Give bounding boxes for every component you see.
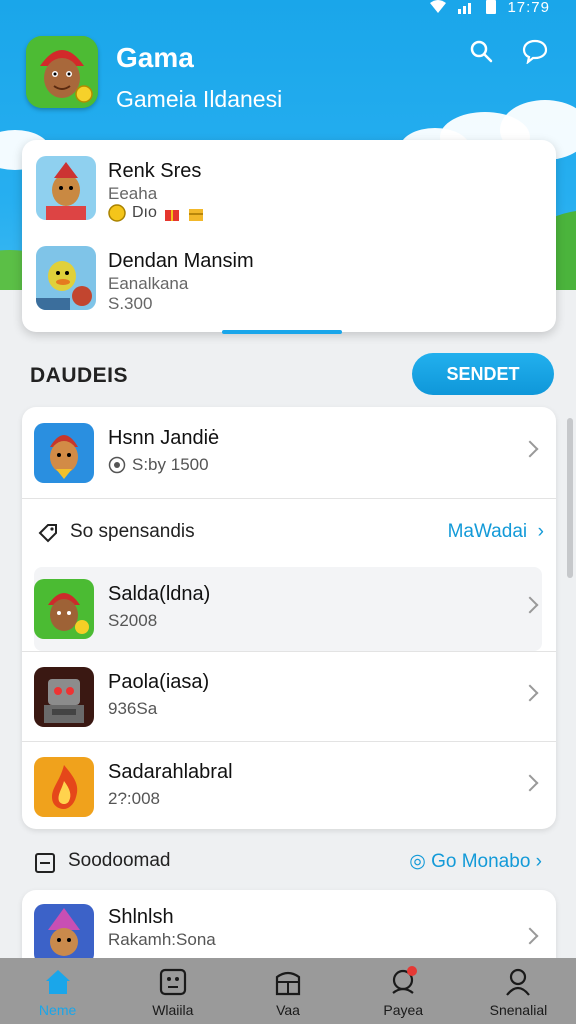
- search-button[interactable]: [466, 36, 496, 66]
- list-item[interactable]: Salda(ldna) S2008: [22, 565, 556, 653]
- tag-icon: [38, 524, 57, 543]
- featured-item-price: S.300: [108, 294, 153, 313]
- divider: [22, 741, 556, 742]
- item-name: Salda(ldna): [108, 583, 211, 605]
- badge-text: Dıo: [132, 204, 157, 221]
- lower-section-title: Soodoomad: [68, 850, 171, 871]
- featured-item[interactable]: Dendan Mansim Eanalkana S.300: [36, 246, 536, 316]
- search-icon: [470, 40, 493, 63]
- app-title: Gama: [116, 42, 194, 73]
- nav-label: Vaa: [276, 1002, 300, 1018]
- nav-label: Neme: [38, 1002, 77, 1018]
- chevron-right-icon: [521, 774, 539, 792]
- featured-item-name: Dendan Mansim: [108, 250, 254, 272]
- featured-item-name: Renk Sres: [108, 160, 202, 182]
- chef-character-icon: [34, 423, 94, 483]
- status-time: 17:79: [507, 0, 550, 16]
- list-item[interactable]: Paola(iasa) 936Sa: [22, 653, 556, 741]
- item-name: Shlnlsh: [108, 906, 174, 928]
- nav-fourth[interactable]: Payea: [346, 958, 461, 1024]
- featured-item-subtitle: Eeaha: [108, 184, 158, 203]
- refresh-icon: ◎: [409, 851, 432, 872]
- nav-label: Snenalial: [489, 1002, 548, 1018]
- section-title: DAUDEIS: [30, 364, 129, 387]
- nav-third[interactable]: Vaa: [230, 958, 345, 1024]
- item-subtitle: S:by 1500: [132, 455, 209, 474]
- featured-item[interactable]: Renk Sres Eeaha Dıo: [36, 156, 536, 226]
- robot-icon: [34, 667, 94, 727]
- fire-icon: [34, 757, 94, 817]
- nav-fifth[interactable]: Snenalial: [461, 958, 576, 1024]
- chevron-right-icon: ›: [532, 521, 544, 542]
- status-bar: 17:79: [429, 0, 550, 16]
- divider: [22, 498, 556, 499]
- calendar-icon: [35, 853, 55, 873]
- item-thumbnail: [34, 757, 94, 817]
- store-icon: [272, 966, 304, 998]
- item-subtitle: 2?:008: [108, 789, 160, 808]
- item-name: Paola(iasa): [108, 671, 210, 693]
- notification-dot: [406, 966, 417, 976]
- item-subtitle: Rakamh:Sona: [108, 930, 216, 949]
- subsection-header: So spensandis MaWadai ›: [34, 513, 544, 553]
- chef-character-icon: [26, 36, 98, 108]
- wifi-icon: [430, 0, 447, 13]
- featured-item-badges: Dıo: [108, 204, 205, 222]
- item-thumbnail: [34, 579, 94, 639]
- item-subtitle-wrap: S:by 1500: [108, 455, 209, 475]
- item-thumbnail: [34, 667, 94, 727]
- chef-character-icon: [36, 156, 96, 220]
- gift-icon: [164, 210, 179, 221]
- coin-icon: [108, 204, 126, 222]
- face-icon: [157, 966, 189, 998]
- item-name: Sadarahlabral: [108, 761, 233, 783]
- featured-thumbnail: [36, 246, 96, 310]
- carousel-indicator[interactable]: [222, 330, 342, 334]
- chevron-right-icon: [521, 684, 539, 702]
- nav-label: Wlaiila: [152, 1002, 194, 1018]
- app-subtitle: Gameia Ildanesi: [116, 86, 283, 112]
- featured-thumbnail: [36, 156, 96, 220]
- chef-character-icon: [34, 579, 94, 639]
- coin-icon: [108, 456, 126, 474]
- chat-button[interactable]: [520, 36, 550, 66]
- bottom-navigation: Neme Wlaiila Vaa Payea Snenalial: [0, 958, 576, 1024]
- nav-home[interactable]: Neme: [0, 958, 115, 1024]
- featured-item-subtitle: Eanalkana: [108, 274, 189, 293]
- profile-icon: [502, 966, 534, 998]
- featured-card: Renk Sres Eeaha Dıo Dendan Mansim Eanalk…: [22, 140, 556, 332]
- list-item[interactable]: Hsnn Jandiė S:by 1500: [22, 409, 556, 497]
- wizard-icon: [34, 904, 94, 964]
- app-logo[interactable]: [26, 36, 98, 108]
- chevron-right-icon: [521, 596, 539, 614]
- lower-link-label: Go Monabo: [431, 851, 531, 872]
- subsection-see-more-link[interactable]: MaWadai ›: [448, 521, 544, 543]
- nav-second[interactable]: Wlaiila: [115, 958, 230, 1024]
- item-name: Hsnn Jandiė: [108, 427, 220, 449]
- chevron-right-icon: ›: [530, 851, 542, 872]
- send-button[interactable]: SENDET: [412, 353, 554, 395]
- home-icon: [42, 966, 74, 998]
- subsection-link-label: MaWadai: [447, 521, 528, 542]
- duck-character-icon: [36, 246, 96, 310]
- nav-label: Payea: [383, 1002, 424, 1018]
- game-list-card: Hsnn Jandiė S:by 1500 So spensandis MaWa…: [22, 407, 556, 829]
- scrollbar[interactable]: [567, 418, 573, 578]
- signal-icon: [458, 3, 472, 14]
- battery-icon: [486, 0, 497, 14]
- item-subtitle: S2008: [108, 611, 158, 630]
- chat-bubble-icon: [522, 39, 548, 64]
- divider: [22, 651, 556, 652]
- lower-section-header: Soodoomad ◎ Go Monabo ›: [34, 850, 542, 876]
- item-thumbnail: [34, 904, 94, 964]
- list-item[interactable]: Sadarahlabral 2?:008: [22, 743, 556, 829]
- item-thumbnail: [34, 423, 94, 483]
- lower-section-link[interactable]: ◎ Go Monabo ›: [409, 850, 542, 873]
- item-subtitle: 936Sa: [108, 699, 158, 718]
- chevron-right-icon: [521, 927, 539, 945]
- treasure-icon: [188, 209, 203, 221]
- chevron-right-icon: [521, 440, 539, 458]
- subsection-title: So spensandis: [70, 521, 195, 542]
